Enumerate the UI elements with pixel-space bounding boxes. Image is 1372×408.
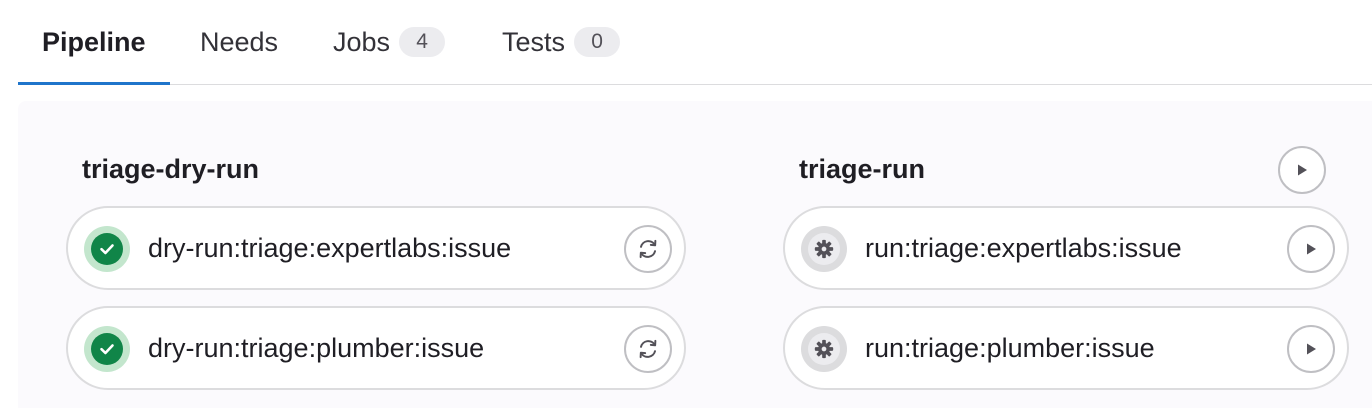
play-icon <box>1298 164 1307 176</box>
check-icon <box>100 244 114 255</box>
tab-jobs[interactable]: Jobs 4 <box>333 0 446 84</box>
stage-title: triage-run <box>799 154 926 184</box>
job-name: dry-run:triage:expertlabs:issue <box>148 232 512 263</box>
job-name: dry-run:triage:plumber:issue <box>148 332 485 363</box>
retry-button[interactable] <box>624 225 672 273</box>
job-run-expertlabs[interactable]: run:triage:expertlabs:issue <box>783 206 1349 290</box>
tab-needs-label: Needs <box>200 26 279 57</box>
tab-needs[interactable]: Needs <box>200 0 278 84</box>
job-dry-run-expertlabs[interactable]: dry-run:triage:expertlabs:issue <box>66 206 686 290</box>
check-icon <box>100 344 114 355</box>
job-run-plumber[interactable]: run:triage:plumber:issue <box>783 306 1349 390</box>
tests-count-badge: 0 <box>574 27 621 57</box>
retry-button[interactable] <box>624 325 672 373</box>
play-icon <box>1307 343 1316 355</box>
retry-icon <box>639 339 657 359</box>
tab-pipeline-label: Pipeline <box>42 26 146 57</box>
play-button[interactable] <box>1287 325 1335 373</box>
status-manual-icon <box>801 226 847 272</box>
status-success-icon <box>84 226 130 272</box>
run-stage-button[interactable] <box>1278 146 1326 194</box>
stage-title: triage-dry-run <box>82 154 260 184</box>
status-success-icon <box>84 326 130 372</box>
retry-icon <box>639 239 657 259</box>
play-button[interactable] <box>1287 225 1335 273</box>
gear-icon <box>814 339 834 359</box>
tab-tests-label: Tests <box>502 26 566 57</box>
pipeline-graph: triage-dry-run dry-run:triage:expertlabs… <box>18 101 1372 408</box>
play-icon <box>1307 243 1316 255</box>
jobs-count-badge: 4 <box>399 27 446 57</box>
job-name: run:triage:plumber:issue <box>865 332 1155 363</box>
tab-pipeline[interactable]: Pipeline <box>18 0 169 85</box>
tab-jobs-label: Jobs <box>333 26 391 57</box>
gear-icon <box>814 239 834 259</box>
tab-tests[interactable]: Tests 0 <box>502 0 621 84</box>
job-name: run:triage:expertlabs:issue <box>865 232 1182 263</box>
job-dry-run-plumber[interactable]: dry-run:triage:plumber:issue <box>66 306 686 390</box>
pipeline-tabs: Pipeline Needs Jobs 4 Tests 0 <box>18 0 1372 85</box>
status-manual-icon <box>801 326 847 372</box>
